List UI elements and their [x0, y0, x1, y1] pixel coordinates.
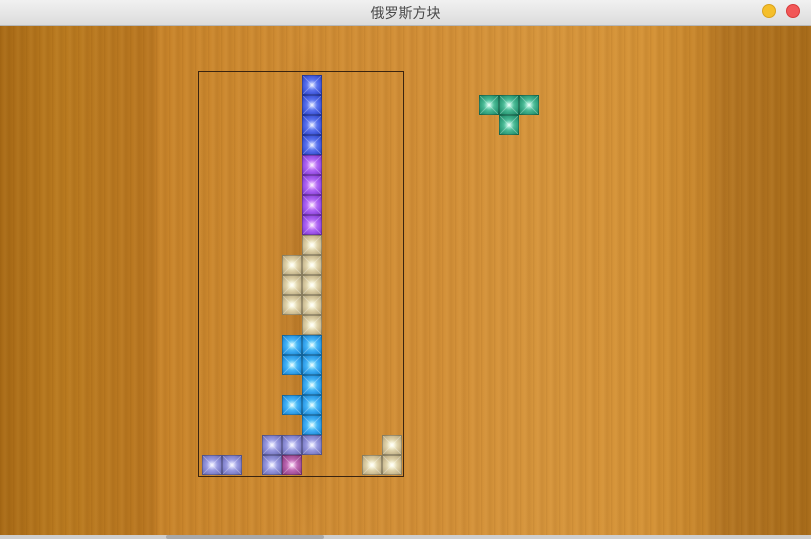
board-block: [262, 435, 282, 455]
board-block: [302, 355, 322, 375]
horizontal-scrollbar[interactable]: [166, 535, 324, 539]
close-button[interactable]: [786, 4, 800, 18]
board-block: [302, 415, 322, 435]
board-block: [302, 255, 322, 275]
board-block: [282, 335, 302, 355]
bottom-bar: [0, 535, 811, 539]
board-block: [362, 455, 382, 475]
board-block: [282, 295, 302, 315]
board-block: [282, 435, 302, 455]
board-block: [302, 315, 322, 335]
next-piece-preview: [479, 95, 539, 135]
board-block: [302, 295, 322, 315]
board-block: [302, 395, 322, 415]
board-block: [222, 455, 242, 475]
board-block: [302, 375, 322, 395]
title-bar[interactable]: 俄罗斯方块: [0, 0, 811, 26]
board-block: [282, 255, 302, 275]
board-block: [262, 455, 282, 475]
board-block: [302, 275, 322, 295]
board-block: [382, 455, 402, 475]
board-block: [302, 95, 322, 115]
minimize-button[interactable]: [762, 4, 776, 18]
wood-background: [0, 26, 811, 536]
board-block: [302, 75, 322, 95]
board-block: [302, 135, 322, 155]
next-piece-block: [499, 95, 519, 115]
next-piece-block: [479, 95, 499, 115]
board-block: [302, 215, 322, 235]
board-block: [302, 115, 322, 135]
board-block: [282, 395, 302, 415]
board-block: [382, 435, 402, 455]
board-block: [282, 355, 302, 375]
board-block: [302, 175, 322, 195]
board-block: [302, 435, 322, 455]
board-block: [282, 455, 302, 475]
board-block: [302, 235, 322, 255]
board-block: [202, 455, 222, 475]
next-piece-block: [499, 115, 519, 135]
window-title: 俄罗斯方块: [370, 6, 441, 22]
board-block: [302, 155, 322, 175]
next-piece-block: [519, 95, 539, 115]
board-block: [302, 195, 322, 215]
game-window: 俄罗斯方块: [0, 0, 811, 539]
board-block: [282, 275, 302, 295]
board-block: [302, 335, 322, 355]
game-board[interactable]: [198, 71, 404, 477]
